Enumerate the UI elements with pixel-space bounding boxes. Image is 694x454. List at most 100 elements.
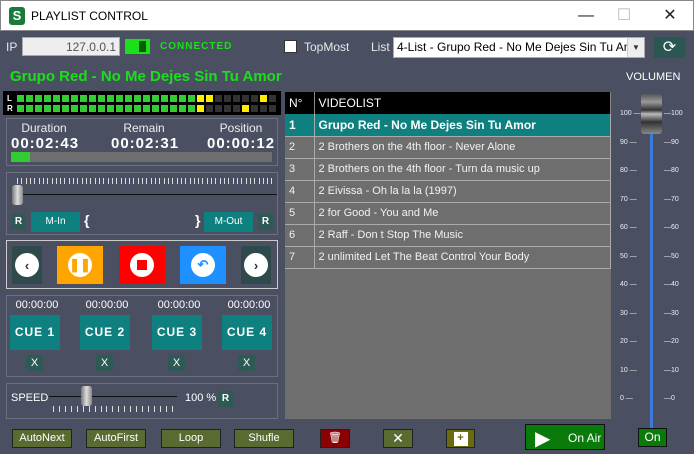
tick [106, 406, 108, 412]
vu-segment [71, 105, 78, 112]
playlist-table: N° VIDEOLIST 1 Grupo Red - No Me Dejes Sin … [285, 92, 611, 419]
vu-segment [233, 95, 240, 102]
chevron-left-icon: ‹ [15, 253, 39, 277]
topmost-checkbox[interactable] [284, 40, 297, 53]
playlist-row[interactable]: 52 for Good - You and Me [285, 202, 611, 225]
chevron-down-icon[interactable]: ▼ [627, 38, 644, 57]
pause-button[interactable]: ❚❚ [57, 246, 103, 284]
playlist-row[interactable]: 42 Eivissa - Oh la la la (1997) [285, 180, 611, 203]
volume-scale-right: —20 [664, 338, 679, 345]
plus-icon: + [453, 432, 468, 446]
duration-value: 00:02:43 [11, 135, 80, 152]
playlist-row[interactable]: 1 Grupo Red - No Me Dejes Sin Tu Amor [285, 114, 611, 137]
cue-4-button[interactable]: CUE 4 [222, 315, 272, 350]
list-select[interactable]: 4-List - Grupo Red - No Me Dejes Sin Tu … [393, 37, 645, 58]
position-label: Position [219, 121, 263, 135]
vu-segment [170, 105, 177, 112]
maximize-button[interactable]: ☐ [604, 5, 644, 27]
volume-slider-thumb[interactable] [641, 94, 662, 134]
tick [159, 406, 161, 412]
tick [53, 406, 54, 412]
seek-slider-thumb[interactable] [12, 185, 23, 205]
speed-value: 100 [185, 392, 204, 404]
tick [172, 178, 174, 184]
vu-segment [35, 95, 42, 102]
loop-button[interactable]: Loop [161, 429, 221, 448]
stop-icon [130, 253, 154, 277]
tick [17, 178, 18, 184]
volume-track [650, 130, 653, 440]
tick [82, 406, 84, 412]
vu-segment [152, 105, 159, 112]
tick [211, 178, 213, 184]
mark-in-button[interactable]: M-In [31, 212, 80, 232]
cue-1-clear-button[interactable]: X [26, 355, 43, 371]
row-title: 2 Raff - Don t Stop The Music [314, 224, 611, 247]
speed-label: SPEED [11, 392, 49, 404]
tick [129, 178, 131, 184]
tick [228, 178, 230, 184]
transport-controls: ‹ ❚❚ ↶ › [6, 240, 278, 289]
shuffle-button[interactable]: Shufle [234, 429, 294, 448]
playlist-row[interactable]: 22 Brothers on the 4th floor - Never Alo… [285, 136, 611, 159]
refresh-button[interactable]: ⟳ [654, 37, 685, 58]
ip-input[interactable]: 127.0.0.1 [22, 37, 120, 56]
vu-segment [44, 105, 51, 112]
playlist-row[interactable]: 72 unlimited Let The Beat Control Your B… [285, 246, 611, 269]
clear-button[interactable]: ✕ [383, 429, 413, 448]
mark-out-button[interactable]: M-Out [204, 212, 253, 232]
vu-segment [98, 95, 105, 102]
volume-scale-left: 100 — [620, 110, 641, 117]
vu-segment [134, 95, 141, 102]
close-button[interactable]: ✕ [650, 5, 690, 27]
window-title: PLAYLIST CONTROL [31, 9, 148, 23]
vu-segment [233, 105, 240, 112]
minimize-button[interactable]: — [566, 5, 606, 27]
on-air-button[interactable]: ▶ On Air [525, 424, 605, 450]
add-button[interactable]: + [446, 429, 475, 448]
cue-1-button[interactable]: CUE 1 [10, 315, 60, 350]
speed-reset-button[interactable]: R [218, 391, 233, 407]
progress-bar [11, 152, 272, 162]
vu-segment [107, 105, 114, 112]
tick [112, 406, 114, 412]
vu-segment [242, 105, 249, 112]
cue-2-clear-button[interactable]: X [96, 355, 113, 371]
stop-button[interactable] [119, 246, 165, 284]
tick [103, 178, 105, 184]
tick [34, 178, 36, 184]
vu-segment [89, 105, 96, 112]
vu-segment [143, 95, 150, 102]
row-title: 2 for Good - You and Me [314, 202, 611, 225]
cue-2-button[interactable]: CUE 2 [80, 315, 130, 350]
tick [193, 178, 195, 184]
reset-out-button[interactable]: R [258, 214, 273, 230]
vu-segment [224, 95, 231, 102]
speed-slider-thumb[interactable] [81, 386, 92, 406]
cue-3-button[interactable]: CUE 3 [152, 315, 202, 350]
tick [150, 178, 152, 184]
tick [64, 178, 66, 184]
return-to-start-button[interactable]: ↶ [180, 246, 226, 284]
tick [100, 406, 102, 412]
volume-scale-right: —40 [664, 281, 679, 288]
cue-4-clear-button[interactable]: X [238, 355, 255, 371]
autonext-button[interactable]: AutoNext [12, 429, 72, 448]
tick [70, 406, 72, 412]
remain-value: 00:02:31 [111, 135, 180, 152]
delete-button[interactable]: 🗑 [320, 429, 350, 448]
reset-in-button[interactable]: R [11, 214, 26, 230]
ip-label: IP [6, 40, 18, 54]
row-title: 2 Brothers on the 4th floor - Turn da mu… [314, 158, 611, 181]
previous-button[interactable]: ‹ [12, 246, 42, 284]
vu-segment [251, 105, 258, 112]
tick [146, 178, 148, 184]
next-button[interactable]: › [241, 246, 271, 284]
autofirst-button[interactable]: AutoFirst [86, 429, 146, 448]
cue-3-clear-button[interactable]: X [168, 355, 185, 371]
volume-on-button[interactable]: On [638, 428, 667, 447]
playlist-row[interactable]: 32 Brothers on the 4th floor - Turn da m… [285, 158, 611, 181]
open-brace: { [84, 212, 90, 228]
playlist-row[interactable]: 62 Raff - Don t Stop The Music [285, 224, 611, 247]
vu-segment [215, 105, 222, 112]
